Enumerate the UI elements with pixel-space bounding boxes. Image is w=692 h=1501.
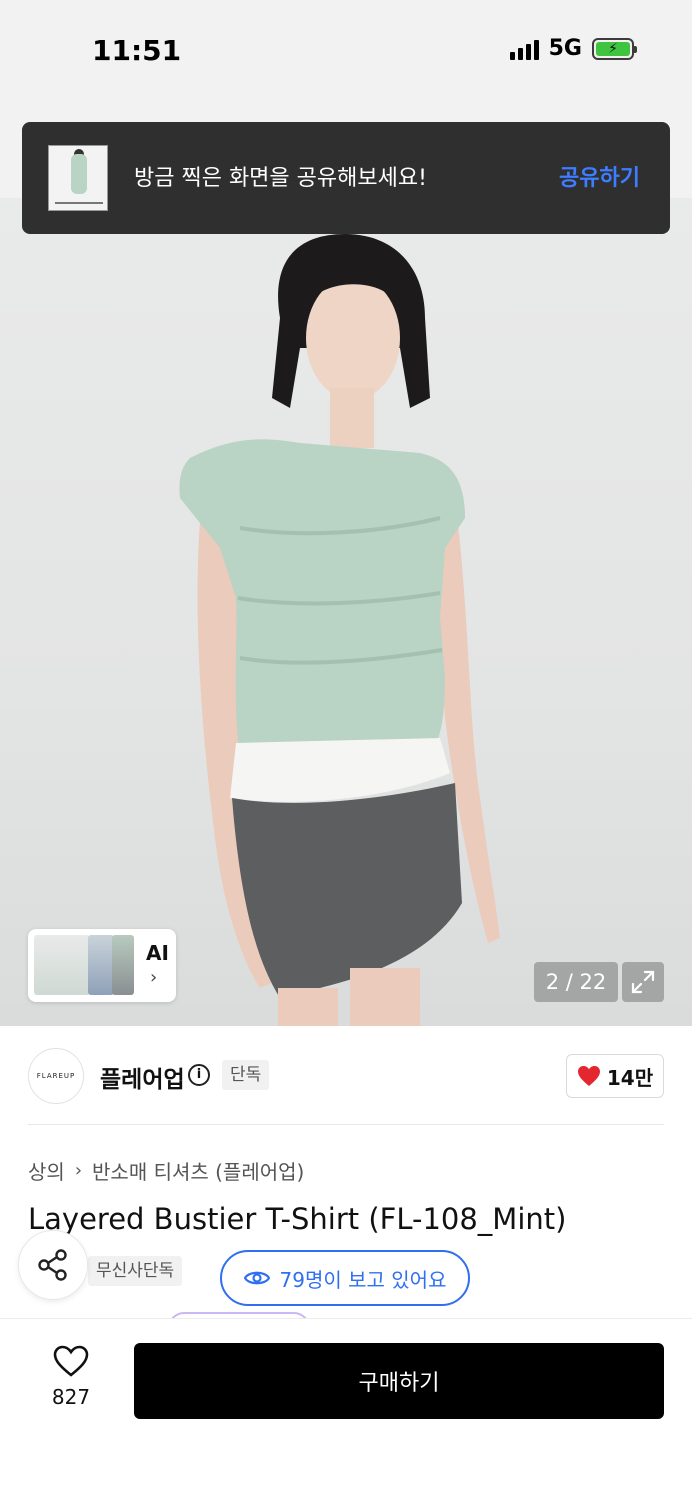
bottom-action-bar: 827 구매하기 [0, 1318, 692, 1501]
breadcrumb-category[interactable]: 상의 [28, 1156, 65, 1185]
viewers-text: 79명이 보고 있어요 [279, 1267, 447, 1292]
screenshot-thumbnail[interactable] [48, 145, 108, 211]
ai-thumb-1 [34, 935, 90, 995]
share-toast: 방금 찍은 화면을 공유해보세요! 공유하기 [22, 122, 670, 234]
musinsa-exclusive-badge: 무신사단독 [88, 1256, 183, 1286]
image-counter: 2 / 22 [534, 962, 618, 1002]
share-icon [38, 1249, 67, 1281]
brand-like-count: 14만 [606, 1065, 654, 1090]
chevron-right-icon: › [150, 967, 158, 988]
wishlist-button[interactable]: 827 [40, 1345, 102, 1409]
signal-icon [509, 38, 539, 60]
network-type: 5G [548, 36, 582, 61]
breadcrumb-subcategory[interactable]: 반소매 티셔츠 (플레어업) [92, 1156, 304, 1185]
breadcrumb: 상의 › 반소매 티셔츠 (플레어업) [28, 1156, 304, 1185]
battery-icon: ⚡ [592, 37, 637, 60]
buy-button[interactable]: 구매하기 [134, 1343, 664, 1419]
expand-icon[interactable] [622, 962, 664, 1002]
exclusive-badge: 단독 [222, 1060, 270, 1090]
status-time: 11:51 [92, 34, 182, 67]
brand-row: FLAREUP 플레어업 i 단독 14만 [28, 1048, 664, 1104]
heart-icon [53, 1345, 89, 1377]
ai-thumb-2 [88, 935, 114, 995]
brand-name[interactable]: 플레어업 [100, 1060, 185, 1094]
viewers-indicator: 79명이 보고 있어요 [220, 1250, 470, 1306]
toast-message: 방금 찍은 화면을 공유해보세요! [134, 166, 427, 191]
status-indicators: 5G ⚡ [509, 36, 637, 61]
ai-similar-chip[interactable]: AI › [28, 929, 176, 1002]
info-icon[interactable]: i [188, 1064, 210, 1086]
wishlist-count: 827 [51, 1385, 91, 1409]
heart-icon [577, 1066, 600, 1086]
ai-label: AI [146, 941, 169, 965]
ai-thumb-3 [112, 935, 134, 995]
brand-like-button[interactable]: 14만 [566, 1054, 664, 1098]
product-title: Layered Bustier T-Shirt (FL-108_Mint) [28, 1202, 567, 1236]
share-button[interactable] [18, 1230, 88, 1300]
product-image[interactable] [0, 198, 692, 1026]
divider [28, 1124, 664, 1125]
eye-icon [243, 1271, 270, 1285]
brand-logo[interactable]: FLAREUP [28, 1048, 84, 1104]
chevron-right-icon: › [74, 1160, 83, 1181]
toast-share-button[interactable]: 공유하기 [559, 160, 640, 192]
